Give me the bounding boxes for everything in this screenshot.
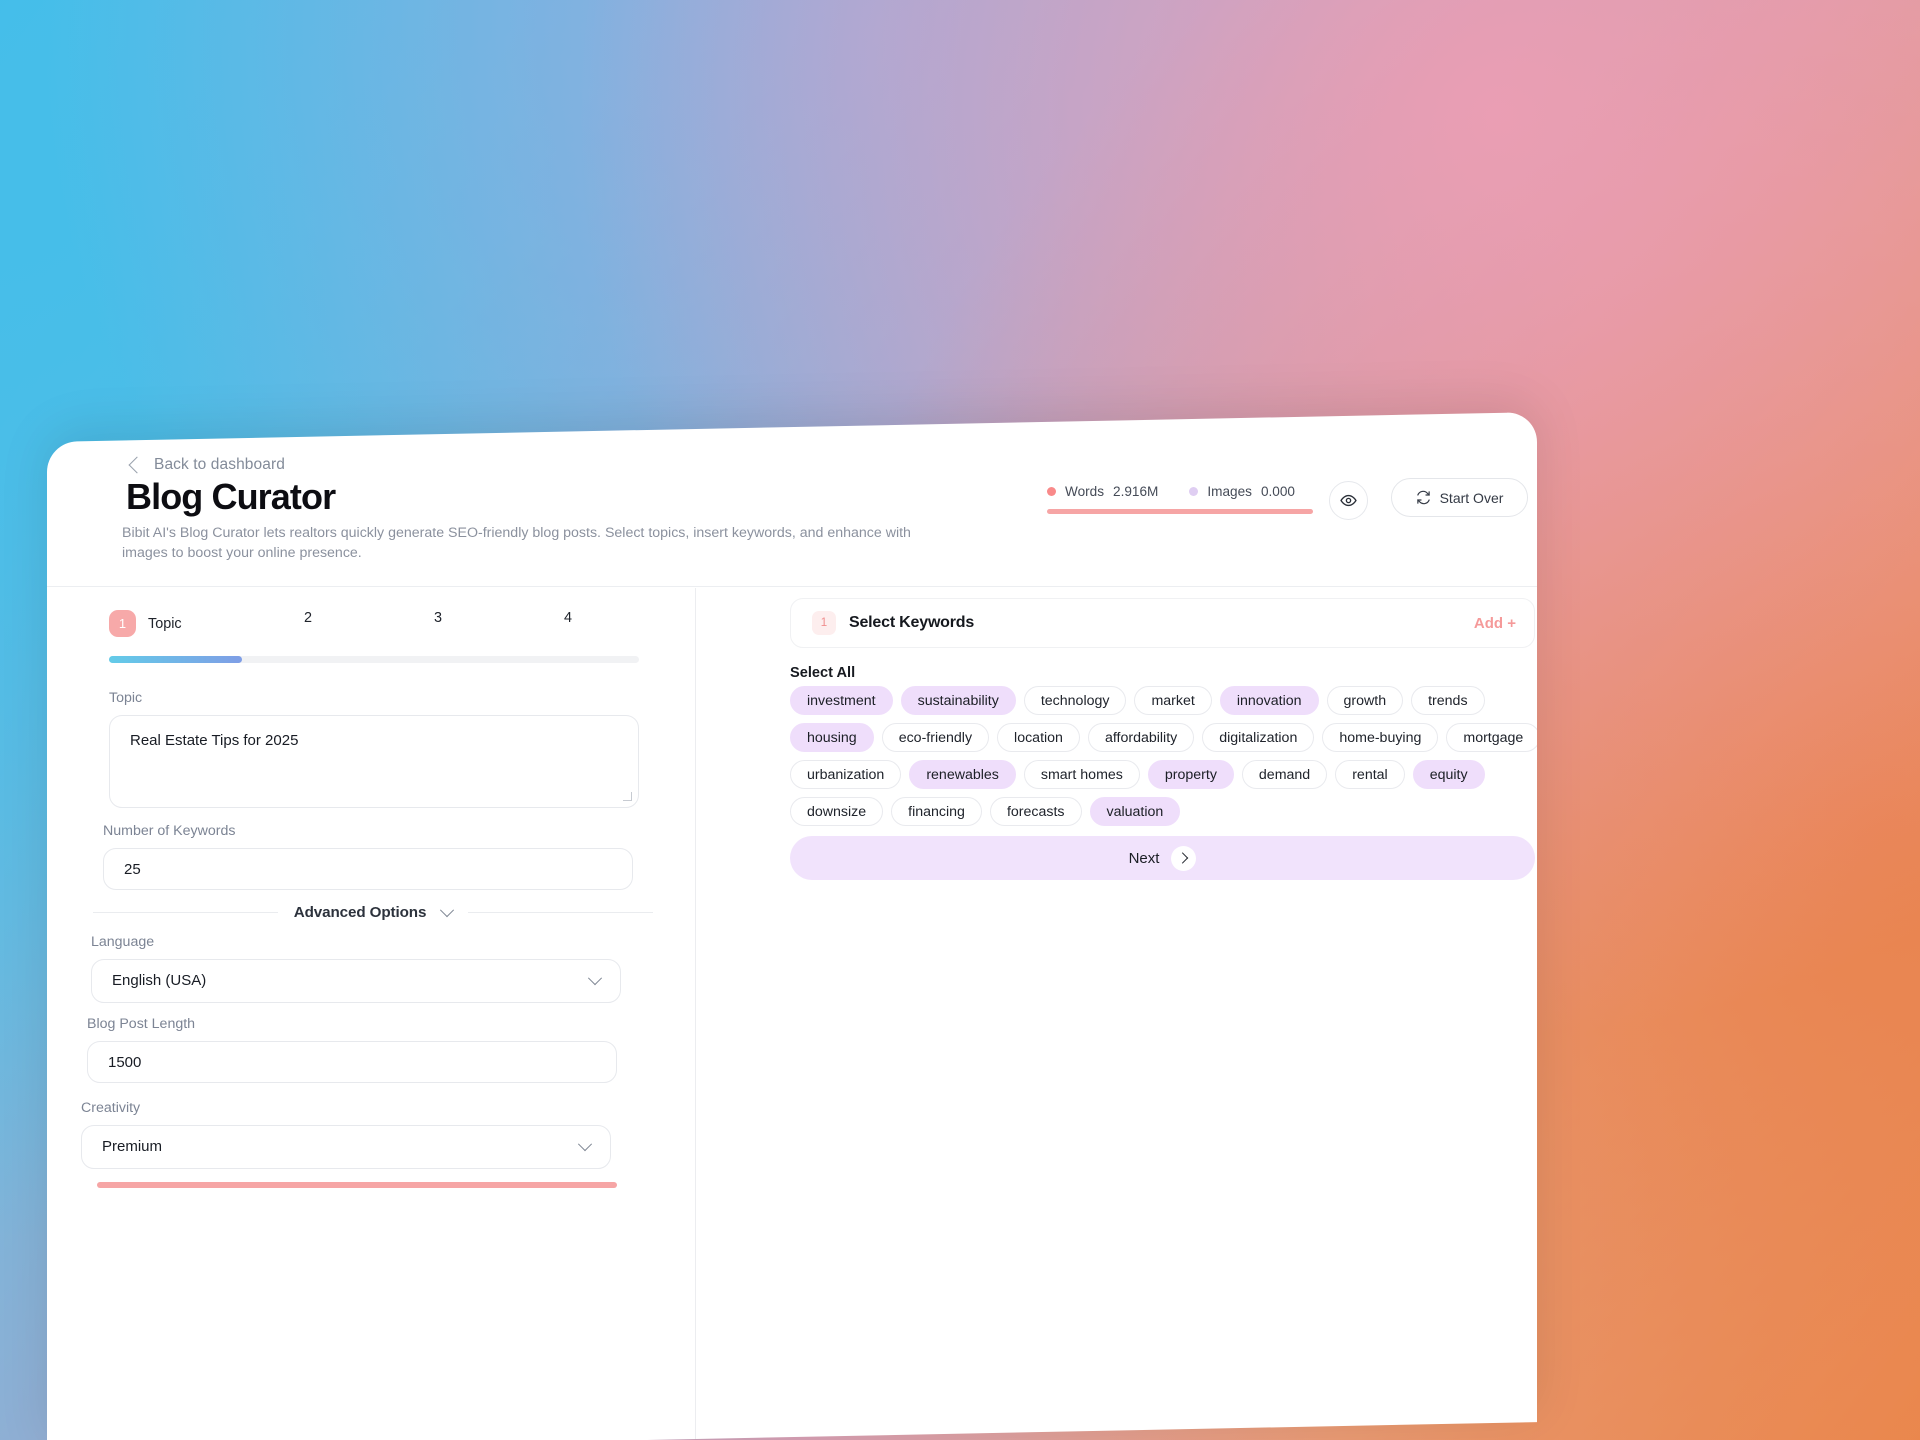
keyword-chip[interactable]: home-buying: [1322, 723, 1439, 752]
keyword-count-value: 25: [124, 861, 141, 878]
chevron-down-icon: [440, 902, 455, 917]
next-button[interactable]: Next: [790, 836, 1535, 880]
keyword-chip[interactable]: mortgage: [1446, 723, 1537, 752]
images-dot-icon: [1189, 487, 1199, 496]
keyword-chip[interactable]: trends: [1411, 686, 1485, 715]
words-value: 2.916M: [1113, 484, 1159, 499]
resize-handle[interactable]: [623, 792, 632, 801]
form-pane: 1 Topic 2 3 4 Topic Real Estate Tips for…: [47, 588, 695, 1440]
keyword-chip[interactable]: growth: [1326, 686, 1404, 715]
advanced-options-toggle[interactable]: Advanced Options: [93, 902, 654, 921]
keyword-chip[interactable]: eco-friendly: [881, 723, 990, 752]
wizard-step-4[interactable]: 4: [564, 610, 572, 626]
add-keyword-button[interactable]: Add +: [1474, 615, 1516, 632]
wizard-step-1-label: Topic: [148, 615, 182, 632]
chevron-down-icon: [577, 1137, 593, 1152]
keyword-chip[interactable]: housing: [790, 723, 874, 752]
keyword-count-field: Number of Keywords 25: [103, 823, 633, 890]
wizard-step-3-number: 3: [434, 610, 443, 626]
chevron-down-icon: [587, 971, 603, 986]
keyword-chip[interactable]: financing: [891, 797, 982, 826]
keyword-chip[interactable]: location: [997, 723, 1080, 752]
next-icon-circle: [1171, 845, 1197, 871]
select-keywords-badge: 1: [812, 611, 836, 635]
divider-left: [93, 912, 278, 913]
app-card: Back to dashboard Blog Curator Bibit AI'…: [47, 412, 1537, 1440]
keyword-chip[interactable]: digitalization: [1202, 723, 1315, 752]
wizard-step-2-number: 2: [304, 610, 313, 626]
keyword-chip[interactable]: sustainability: [900, 686, 1016, 715]
select-keywords-header: 1 Select Keywords Add +: [790, 598, 1535, 648]
blog-post-length-input[interactable]: 1500: [87, 1041, 617, 1083]
language-value: English (USA): [112, 972, 207, 989]
generate-button-edge[interactable]: [97, 1182, 617, 1188]
keyword-count-label: Number of Keywords: [103, 823, 236, 839]
back-to-dashboard-label: Back to dashboard: [154, 456, 285, 473]
chevron-left-icon: [128, 456, 146, 474]
select-keywords-title: Select Keywords: [849, 614, 975, 631]
page-description: Bibit AI's Blog Curator lets realtors qu…: [122, 525, 911, 562]
language-field: Language English (USA): [91, 934, 621, 1003]
keyword-chip[interactable]: equity: [1412, 760, 1485, 789]
wizard-step-3[interactable]: 3: [434, 610, 442, 626]
keyword-chip[interactable]: property: [1147, 760, 1234, 789]
keyword-chip[interactable]: market: [1134, 686, 1212, 715]
keyword-chip[interactable]: technology: [1023, 686, 1127, 715]
topic-input[interactable]: Real Estate Tips for 2025: [109, 715, 639, 808]
wizard-progress-fill: [109, 656, 242, 663]
next-label: Next: [1128, 849, 1160, 867]
creativity-field: Creativity Premium: [81, 1100, 611, 1169]
eye-icon: [1340, 494, 1357, 507]
topic-value: Real Estate Tips for 2025: [130, 732, 299, 749]
keyword-chip[interactable]: demand: [1241, 760, 1328, 789]
chevron-right-icon: [1176, 852, 1189, 864]
advanced-options-label: Advanced Options: [293, 904, 427, 921]
keyword-chip[interactable]: downsize: [790, 797, 884, 826]
page-header: Back to dashboard Blog Curator Bibit AI'…: [47, 442, 1537, 587]
creativity-value: Premium: [102, 1138, 163, 1155]
keyword-chip[interactable]: urbanization: [790, 760, 902, 789]
wizard-step-1[interactable]: 1 Topic: [109, 610, 182, 637]
images-value: 0.000: [1260, 484, 1295, 499]
refresh-icon: [1416, 490, 1430, 505]
divider-right: [468, 912, 654, 913]
preview-button[interactable]: [1329, 481, 1368, 520]
blog-post-length-label: Blog Post Length: [87, 1016, 196, 1032]
keyword-chip[interactable]: forecasts: [989, 797, 1082, 826]
topic-field: Topic Real Estate Tips for 2025: [109, 690, 639, 808]
keyword-chip-list: investment sustainability technology market…: [790, 686, 1537, 826]
page-title: Blog Curator: [126, 476, 336, 517]
keyword-chip[interactable]: rental: [1335, 760, 1405, 789]
words-label: Words: [1065, 484, 1105, 499]
start-over-label: Start Over: [1439, 489, 1504, 506]
language-label: Language: [91, 934, 155, 950]
creativity-select[interactable]: Premium: [81, 1125, 611, 1169]
keyword-chip[interactable]: affordability: [1087, 723, 1195, 752]
keyword-count-input[interactable]: 25: [103, 848, 633, 890]
select-all-button[interactable]: Select All: [790, 665, 855, 681]
wizard-step-4-number: 4: [564, 610, 573, 626]
keywords-pane: 1 Select Keywords Add + Select All inves…: [696, 588, 1537, 1440]
wizard-step-2[interactable]: 2: [304, 610, 312, 626]
usage-progress-bar: [1047, 509, 1313, 514]
back-to-dashboard-link[interactable]: Back to dashboard: [128, 456, 285, 474]
usage-stats: Words 2.916M Images 0.000: [1047, 484, 1313, 514]
keyword-chip[interactable]: smart homes: [1023, 760, 1140, 789]
blog-post-length-value: 1500: [108, 1054, 142, 1071]
language-select[interactable]: English (USA): [91, 959, 621, 1003]
start-over-button[interactable]: Start Over: [1391, 478, 1528, 517]
topic-label: Topic: [109, 690, 143, 706]
images-label: Images: [1207, 484, 1252, 499]
words-dot-icon: [1047, 487, 1056, 496]
creativity-label: Creativity: [81, 1100, 141, 1116]
keyword-chip[interactable]: investment: [790, 686, 893, 715]
keyword-chip[interactable]: valuation: [1089, 797, 1181, 826]
blog-post-length-field: Blog Post Length 1500: [87, 1016, 617, 1083]
keyword-chip[interactable]: renewables: [909, 760, 1016, 789]
wizard-progress-track: [109, 656, 639, 663]
wizard-step-1-badge: 1: [109, 610, 136, 637]
keyword-chip[interactable]: innovation: [1219, 686, 1319, 715]
wizard-steps: 1 Topic 2 3 4: [109, 610, 639, 642]
